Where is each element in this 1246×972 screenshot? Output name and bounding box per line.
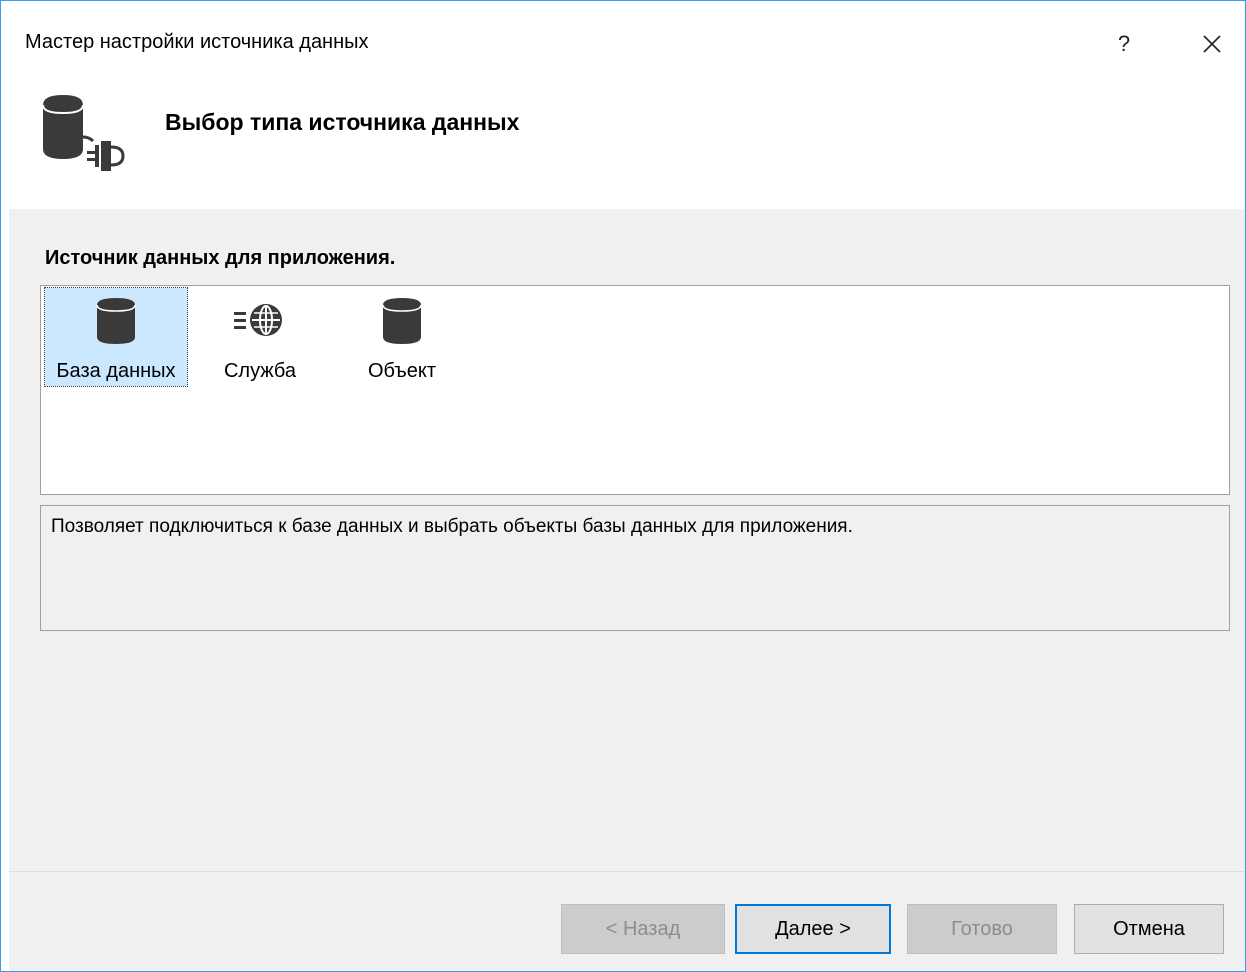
database-icon [96, 298, 136, 344]
close-button[interactable] [1195, 27, 1229, 61]
help-button[interactable]: ? [1107, 27, 1141, 61]
finish-button[interactable]: Готово [907, 904, 1057, 954]
back-button[interactable]: < Назад [561, 904, 725, 954]
globe-service-icon [234, 304, 282, 336]
list-item-object[interactable]: Объект [331, 288, 473, 386]
wizard-content: Источник данных для приложения. База дан… [9, 209, 1245, 871]
database-plug-icon [42, 95, 125, 171]
list-item-label: База данных [56, 360, 176, 382]
list-item-label: Объект [367, 360, 437, 382]
title-bar: Мастер настройки источника данных ? [1, 1, 1245, 87]
data-source-type-list[interactable]: База данных Служба Объект [40, 285, 1230, 495]
page-title: Выбор типа источника данных [165, 109, 520, 135]
object-icon [382, 298, 422, 344]
next-button[interactable]: Далее > [735, 904, 891, 954]
wizard-header: Выбор типа источника данных [1, 87, 1245, 209]
list-item-label: Служба [223, 360, 297, 382]
cancel-button[interactable]: Отмена [1074, 904, 1224, 954]
section-label: Источник данных для приложения. [45, 247, 396, 269]
description-box: Позволяет подключиться к базе данных и в… [40, 505, 1230, 631]
data-source-wizard-dialog: Мастер настройки источника данных ? Выбо… [0, 0, 1246, 972]
list-item-database[interactable]: База данных [44, 287, 188, 387]
close-icon [1203, 35, 1221, 53]
description-text: Позволяет подключиться к базе данных и в… [51, 516, 853, 537]
list-item-service[interactable]: Служба [189, 288, 331, 386]
window-title: Мастер настройки источника данных [25, 31, 369, 53]
wizard-footer: < Назад Далее > Готово Отмена [9, 872, 1245, 971]
